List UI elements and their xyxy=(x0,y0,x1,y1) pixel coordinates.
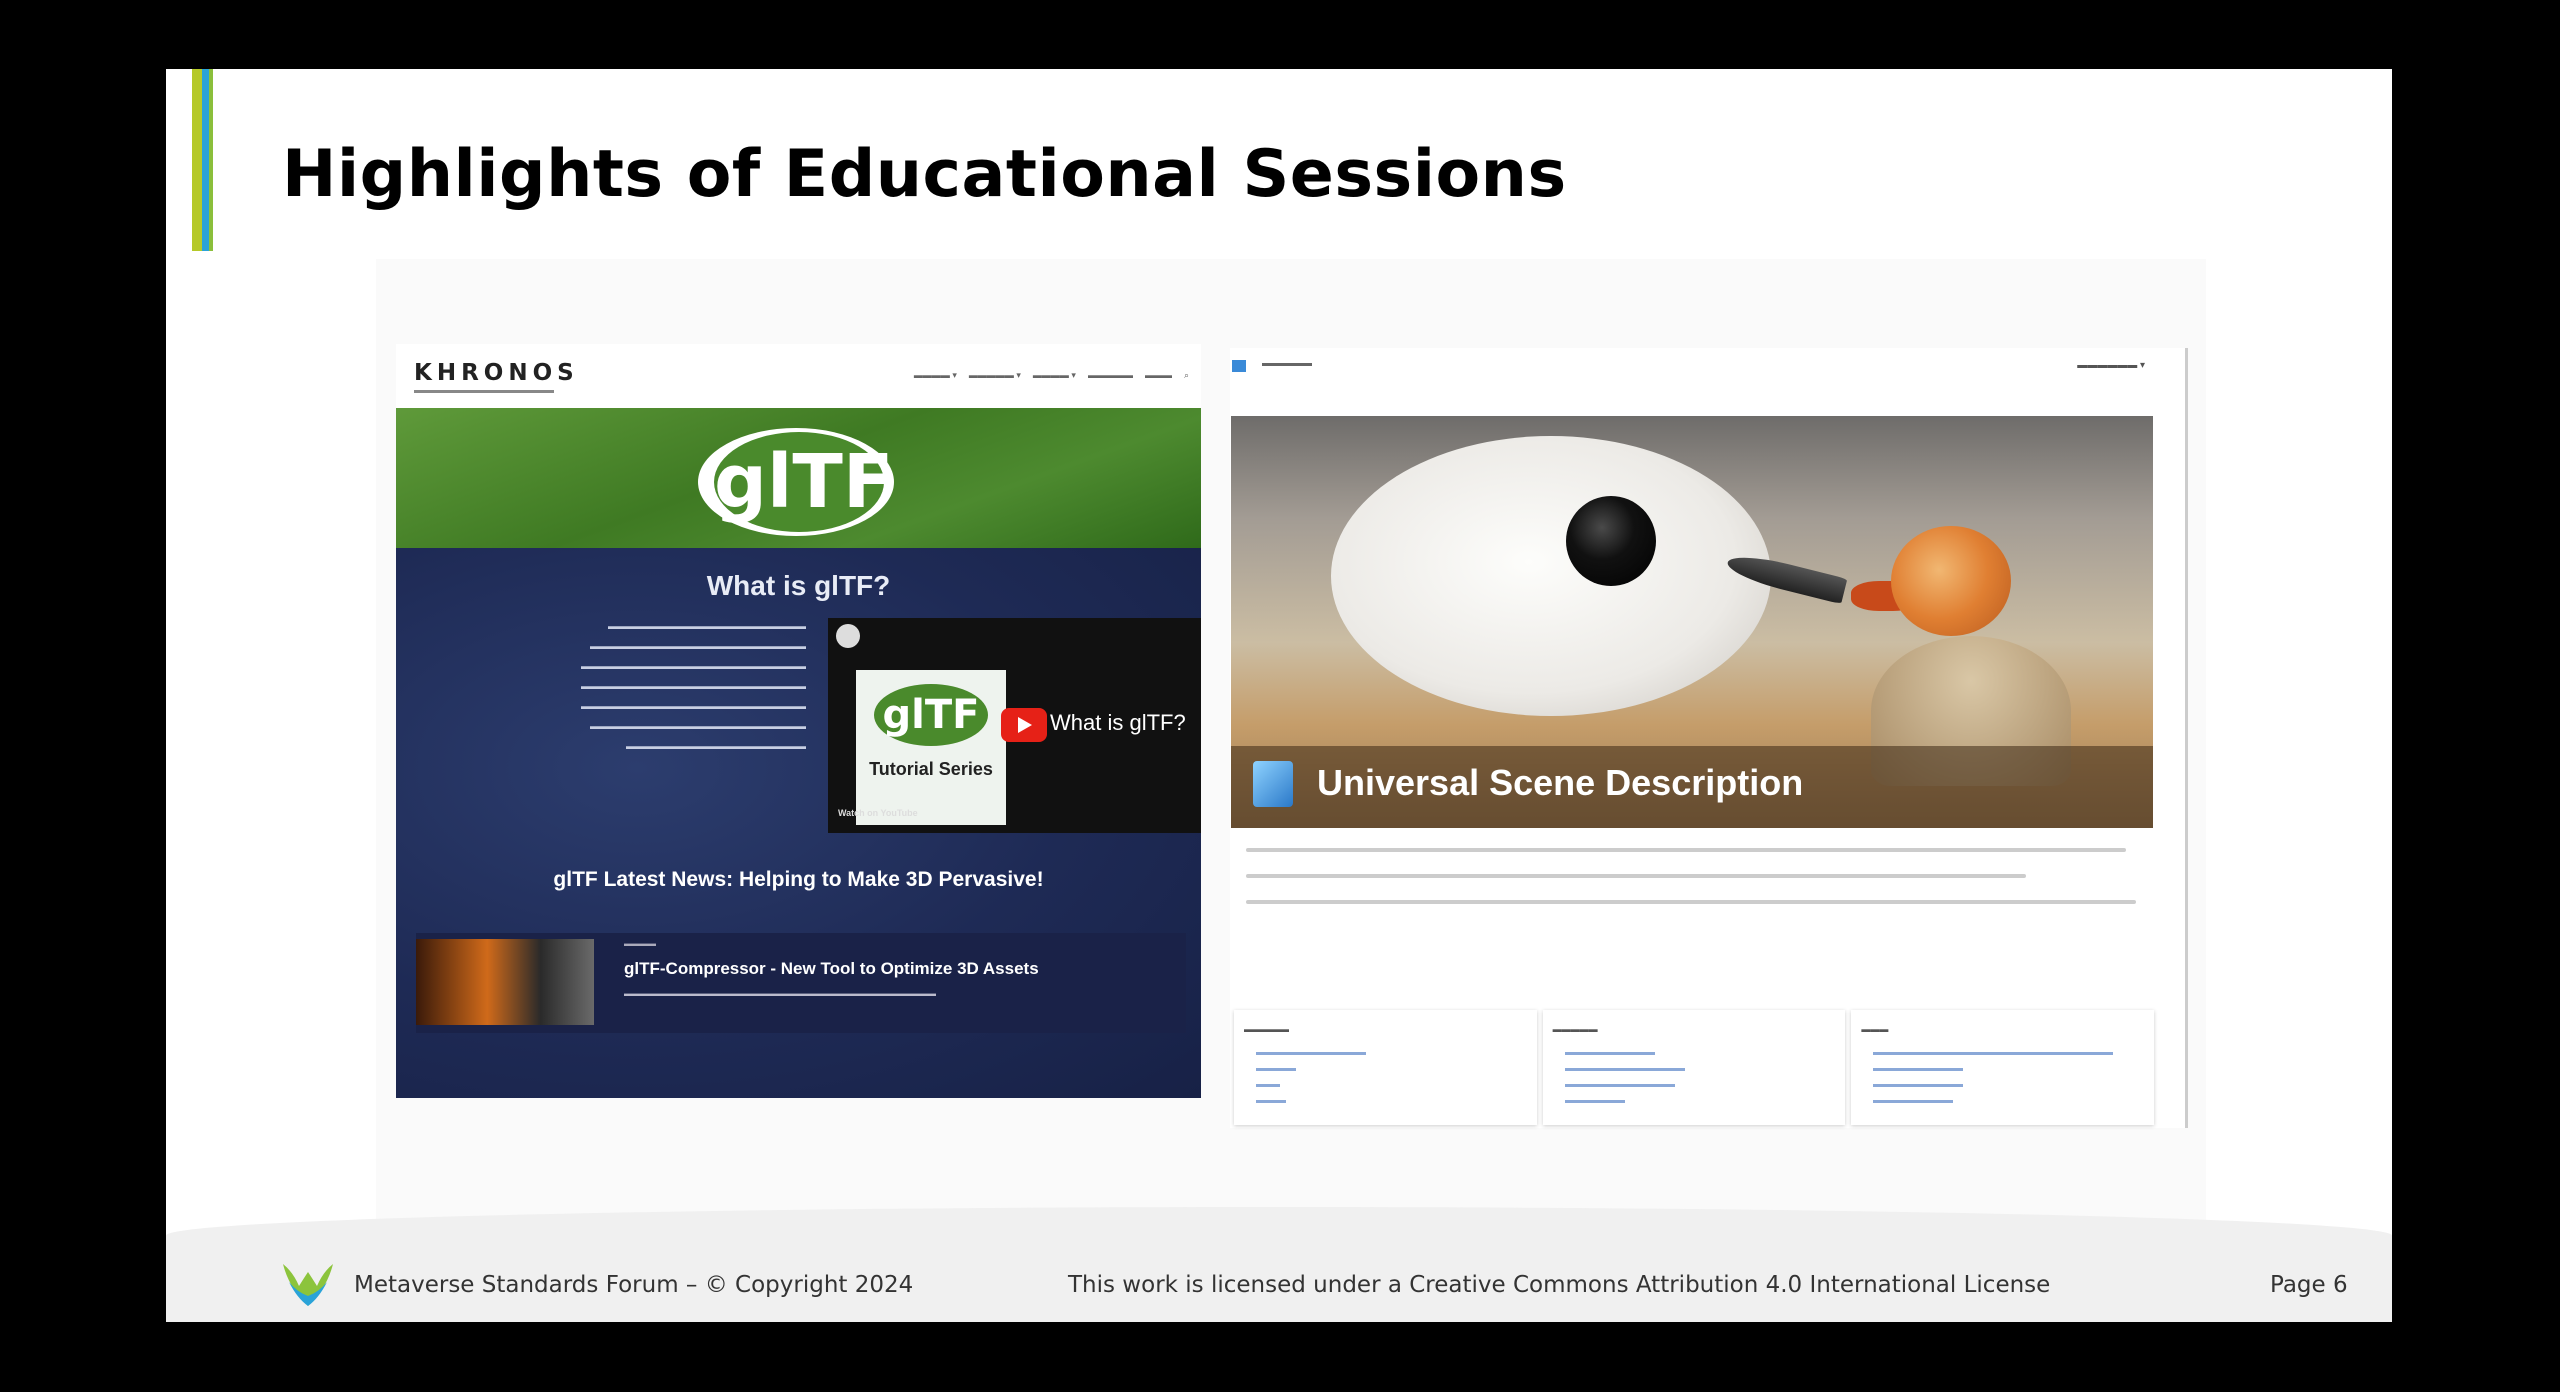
gltf-site-navbar: KHRONOS ▬▬▬▬ ▾ ▬▬▬▬▬ ▾ ▬▬▬▬ ▾ ▬▬▬▬▬ ▬▬▬ … xyxy=(396,344,1201,408)
youtube-play-icon[interactable] xyxy=(1001,708,1047,742)
bird-illustration xyxy=(1331,436,1771,716)
video-title: What is glTF? xyxy=(1050,710,1186,735)
card-link-placeholder[interactable] xyxy=(1564,1100,1625,1103)
gltf-site-nav-items: ▬▬▬▬ ▾ ▬▬▬▬▬ ▾ ▬▬▬▬ ▾ ▬▬▬▬▬ ▬▬▬ ⌕ xyxy=(914,370,1189,381)
watch-on-youtube-link[interactable]: Watch on YouTube xyxy=(838,808,918,818)
gltf-hero-banner: glTF xyxy=(396,408,1201,548)
text-line-placeholder xyxy=(1246,900,2136,904)
news-thumbnail xyxy=(416,939,594,1025)
video-thumbnail: glTF Tutorial Series xyxy=(856,670,1006,825)
accent-bar-green xyxy=(192,69,202,251)
text-line-placeholder xyxy=(1246,848,2126,852)
text-line-placeholder xyxy=(1246,874,2026,878)
footer-copyright: Metaverse Standards Forum – © Copyright … xyxy=(354,1272,914,1298)
usd-card: ▬▬▬ xyxy=(1851,1010,2155,1125)
khronos-tagline-bar xyxy=(414,390,554,393)
card-heading-placeholder: ▬▬▬ xyxy=(1861,1024,1889,1034)
card-link-placeholder[interactable] xyxy=(1256,1084,1280,1087)
gltf-video-embed[interactable]: glTF Tutorial Series What is glTF? Watch… xyxy=(828,618,1201,833)
usd-hero-title: Universal Scene Description xyxy=(1317,762,1804,803)
card-link-placeholder[interactable] xyxy=(1564,1068,1685,1071)
gltf-news-item[interactable]: ▬▬▬▬ glTF-Compressor - New Tool to Optim… xyxy=(416,933,1186,1033)
usd-cube-icon xyxy=(1232,360,1246,372)
nav-item-placeholder: ▬▬▬▬▬ ▾ xyxy=(968,370,1021,380)
usd-brand-placeholder: ▬▬▬▬▬ xyxy=(1262,358,1312,369)
gltf-content-area: What is glTF? ▬▬▬▬▬▬▬▬▬▬▬▬▬▬▬▬▬▬▬▬▬▬ ▬▬▬▬… xyxy=(396,548,1201,1098)
usd-card: ▬▬▬▬▬ xyxy=(1542,1010,1846,1125)
bird-eye xyxy=(1566,496,1656,586)
card-link-placeholder[interactable] xyxy=(1873,1100,1954,1103)
card-link-placeholder[interactable] xyxy=(1873,1052,2114,1055)
gltf-heading: What is glTF? xyxy=(706,570,891,601)
search-icon: ⌕ xyxy=(1183,370,1189,380)
accent-bar-blue xyxy=(202,69,209,251)
nav-item-placeholder: ▬▬▬▬ ▾ xyxy=(913,370,957,380)
card-link-placeholder[interactable] xyxy=(1256,1052,1366,1055)
news-item-desc-placeholder: ▬▬▬▬▬▬▬▬▬▬▬▬▬▬▬▬▬▬▬▬▬▬▬▬▬▬▬▬▬▬▬▬▬▬▬▬▬▬▬ xyxy=(624,989,936,998)
card-link-placeholder[interactable] xyxy=(1564,1084,1675,1087)
nav-item-placeholder: ▬▬▬▬▬ xyxy=(1087,370,1133,380)
khronos-logo: KHRONOS xyxy=(414,360,579,386)
page-number: Page 6 xyxy=(2270,1272,2348,1298)
usd-intro-text-placeholder xyxy=(1246,848,2146,926)
nav-item-placeholder: ▬▬▬ xyxy=(1144,370,1172,380)
card-link-placeholder[interactable] xyxy=(1256,1068,1296,1071)
accent-bar-lime xyxy=(209,69,213,251)
thumb-text: Tutorial Series xyxy=(869,759,993,779)
slide-title: Highlights of Educational Sessions xyxy=(282,137,1567,212)
card-heading-placeholder: ▬▬▬▬▬ xyxy=(1244,1024,1289,1034)
crab-shell xyxy=(1891,526,2011,636)
footer-license[interactable]: This work is licensed under a Creative C… xyxy=(1068,1272,2050,1298)
msf-logo-icon xyxy=(283,1264,333,1306)
news-item-title[interactable]: glTF-Compressor - New Tool to Optimize 3… xyxy=(624,959,1039,979)
presentation-slide: Highlights of Educational Sessions KHRON… xyxy=(166,69,2392,1322)
usd-logo-icon xyxy=(1253,761,1293,807)
usd-hero-image: Universal Scene Description xyxy=(1231,416,2153,828)
channel-avatar xyxy=(836,624,860,648)
usd-card: ▬▬▬▬▬ xyxy=(1234,1010,1537,1125)
gltf-news-heading: glTF Latest News: Helping to Make 3D Per… xyxy=(553,868,1044,891)
news-date-placeholder: ▬▬▬▬ xyxy=(624,939,656,948)
gltf-website-screenshot: KHRONOS ▬▬▬▬ ▾ ▬▬▬▬▬ ▾ ▬▬▬▬ ▾ ▬▬▬▬▬ ▬▬▬ … xyxy=(396,344,1201,1098)
usd-site-navbar: ▬▬▬▬▬ ▬▬▬▬▬▬ ▾ xyxy=(1230,348,2185,388)
nav-item-placeholder: ▬▬▬▬ ▾ xyxy=(1032,370,1076,380)
usd-link-cards: ▬▬▬▬▬ ▬▬▬▬▬ ▬▬▬ xyxy=(1234,1010,2155,1125)
usd-release-selector-placeholder: ▬▬▬▬▬▬ ▾ xyxy=(2077,360,2145,371)
footer-background xyxy=(166,1207,2392,1322)
usd-website-screenshot: ▬▬▬▬▬ ▬▬▬▬▬▬ ▾ Universal Scene Descripti… xyxy=(1230,348,2188,1128)
card-link-placeholder[interactable] xyxy=(1873,1068,1964,1071)
thumb-gltf-logo: glTF xyxy=(874,684,988,746)
card-heading-placeholder: ▬▬▬▬▬ xyxy=(1552,1024,1598,1034)
gltf-description-placeholder: ▬▬▬▬▬▬▬▬▬▬▬▬▬▬▬▬▬▬▬▬▬▬ ▬▬▬▬▬▬▬▬▬▬▬▬▬▬▬▬▬▬… xyxy=(581,621,806,751)
gltf-logo: glTF xyxy=(714,432,893,532)
card-link-placeholder[interactable] xyxy=(1873,1084,1964,1087)
card-link-placeholder[interactable] xyxy=(1256,1100,1286,1103)
card-link-placeholder[interactable] xyxy=(1564,1052,1655,1055)
